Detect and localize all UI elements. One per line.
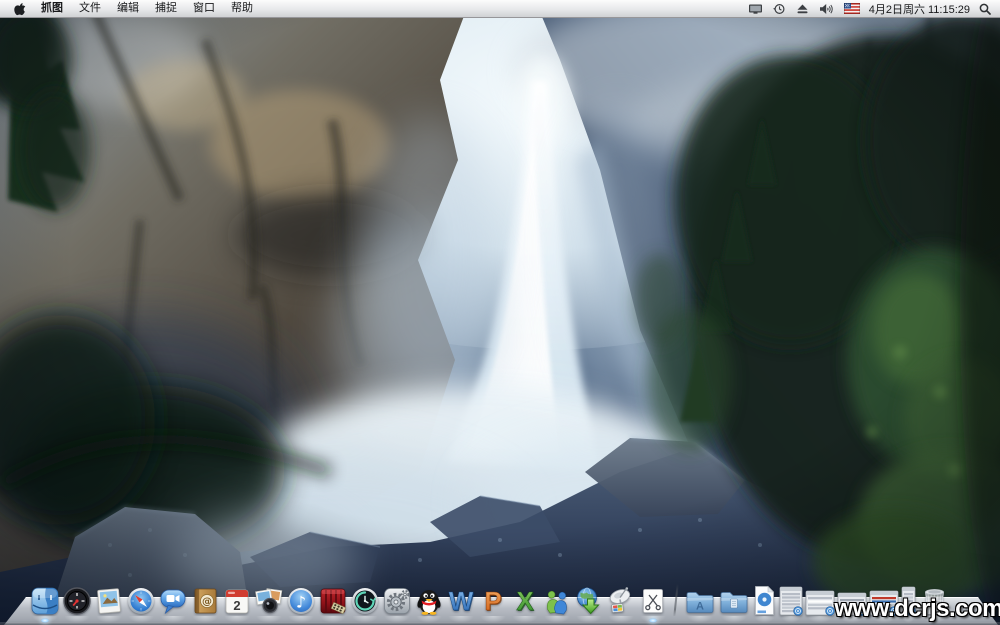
dock-item-iphoto[interactable] bbox=[94, 586, 124, 616]
apple-menu[interactable] bbox=[7, 2, 33, 16]
dock-item-time-machine[interactable] bbox=[350, 586, 380, 616]
dock-item-msn-messenger[interactable] bbox=[542, 586, 572, 616]
dock-item-excel[interactable]: XX bbox=[510, 586, 540, 616]
dock-item-minimized-window-2[interactable] bbox=[805, 590, 835, 616]
menu-item-3[interactable]: 捕捉 bbox=[147, 0, 185, 17]
dock-item-finder[interactable] bbox=[30, 586, 60, 616]
dock-item-folder-documents[interactable] bbox=[718, 586, 750, 616]
dock-item-photo-booth[interactable] bbox=[254, 586, 284, 616]
dock-item-ical[interactable]: 2 bbox=[222, 586, 252, 616]
svg-text:X: X bbox=[516, 586, 534, 616]
dock-item-word[interactable]: WW bbox=[446, 586, 476, 616]
svg-text:2: 2 bbox=[233, 598, 240, 613]
menu-bar-left: 抓图文件编辑捕捉窗口帮助 bbox=[0, 0, 261, 17]
dock-item-remote-desktop[interactable] bbox=[606, 586, 636, 616]
dock-item-minimized-window-1[interactable] bbox=[779, 586, 803, 616]
time-machine-menu-icon[interactable] bbox=[773, 3, 786, 15]
svg-text:♪: ♪ bbox=[296, 593, 306, 612]
dock-item-itunes[interactable]: ♪ bbox=[286, 586, 316, 616]
svg-text:W: W bbox=[449, 586, 474, 616]
menu-item-1[interactable]: 文件 bbox=[71, 0, 109, 17]
svg-text:A: A bbox=[696, 601, 704, 613]
dock-item-address-book[interactable]: @ bbox=[190, 586, 220, 616]
dock-item-grab[interactable] bbox=[638, 586, 668, 616]
status-icons bbox=[748, 3, 860, 15]
dock-item-thunder-download[interactable] bbox=[574, 586, 604, 616]
display-icon[interactable] bbox=[748, 3, 763, 15]
menu-item-4[interactable]: 窗口 bbox=[185, 0, 223, 17]
volume-icon[interactable] bbox=[819, 3, 834, 15]
eject-icon[interactable] bbox=[796, 3, 809, 15]
menu-clock[interactable]: 4月2日周六 11:15:29 bbox=[869, 1, 970, 17]
menu-bar: 抓图文件编辑捕捉窗口帮助 4月2日周六 11:15:29 bbox=[0, 0, 1000, 18]
menu-item-2[interactable]: 编辑 bbox=[109, 0, 147, 17]
running-indicator bbox=[649, 618, 658, 623]
dock-separator bbox=[673, 584, 678, 616]
dock-item-minimized-document[interactable] bbox=[752, 585, 777, 616]
site-watermark: www.dcrjs.com bbox=[834, 595, 1000, 623]
dock-item-powerpoint[interactable]: PP bbox=[478, 586, 508, 616]
spotlight-search-icon[interactable] bbox=[979, 3, 991, 15]
menu-item-0[interactable]: 抓图 bbox=[33, 0, 71, 17]
menu-bar-status-area: 4月2日周六 11:15:29 bbox=[748, 1, 1000, 17]
wallpaper-yosemite-falls bbox=[0, 0, 1000, 625]
wallpaper-scene bbox=[0, 0, 1000, 625]
dock-item-dashboard[interactable] bbox=[62, 586, 92, 616]
dock-item-folder-applications[interactable]: A bbox=[684, 586, 716, 616]
svg-text:@: @ bbox=[202, 597, 212, 608]
menu-item-5[interactable]: 帮助 bbox=[223, 0, 261, 17]
dock-items: @2 ♪ WWPPXX A bbox=[30, 584, 951, 616]
svg-text:P: P bbox=[484, 586, 501, 616]
dock-item-movie-theater[interactable] bbox=[318, 586, 348, 616]
dock-item-safari[interactable] bbox=[126, 586, 156, 616]
us-flag-icon[interactable] bbox=[844, 3, 860, 14]
dock-item-qq[interactable] bbox=[414, 586, 444, 616]
vignette bbox=[0, 0, 1000, 625]
dock-item-system-preferences[interactable] bbox=[382, 586, 412, 616]
dock-item-ichat[interactable] bbox=[158, 586, 188, 616]
running-indicator bbox=[41, 618, 50, 623]
